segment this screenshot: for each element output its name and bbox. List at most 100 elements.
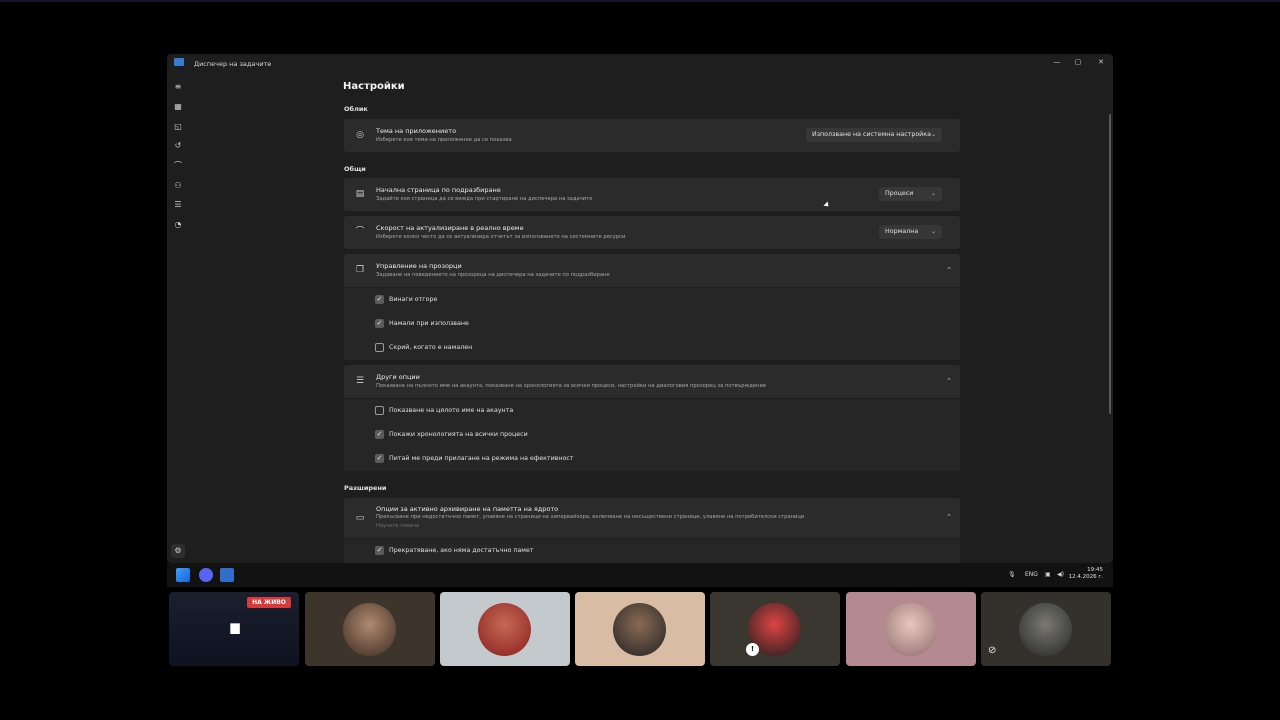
avatar (343, 603, 396, 656)
checkmark-icon[interactable]: ✓ (375, 295, 384, 304)
other-options-card[interactable]: ☰ Други опции Показване на пълното име н… (344, 365, 960, 398)
memory-chip-icon: ▭ (355, 513, 365, 523)
speedometer-icon: ⌒ (355, 227, 365, 237)
avatar (613, 603, 666, 656)
app-history-icon[interactable]: ↺ (173, 141, 183, 151)
page-title: Настройки (343, 81, 405, 92)
window-management-card[interactable]: ❐ Управление на прозорци Задаване на пов… (344, 254, 960, 287)
avatar (478, 603, 531, 656)
participant-tile[interactable]: ! (710, 592, 840, 666)
details-icon[interactable]: ☰ (173, 200, 183, 210)
checkbox-label: Питай ме преди прилагане на режима на еф… (389, 455, 574, 462)
task-manager-icon (174, 58, 184, 66)
chevron-down-icon: ⌄ (930, 228, 936, 235)
checkbox-label: Покажи хронологията на всички процеси (389, 431, 528, 438)
window-mgmt-options: ✓ Винаги отгоре ✓ Намали при използване … (344, 288, 960, 360)
users-icon[interactable]: ⚇ (173, 181, 183, 191)
memory-subtitle: Прекъсване при недостатъчно памет, улавя… (376, 514, 805, 520)
section-appearance: Облик (344, 105, 368, 113)
participant-tile-screen-share[interactable]: НА ЖИВО ▆ (169, 592, 299, 666)
other-options-list: Показване на цялото име на акаунта ✓ Пок… (344, 399, 960, 471)
list-options-icon: ☰ (355, 376, 365, 386)
task-manager-taskbar-icon[interactable] (220, 568, 234, 582)
taskbar: 🎙 ENG ▣ ◀) 19:45 12.4.2026 г. (167, 563, 1113, 587)
window-mgmt-subtitle: Задаване на поведението на прозореца на … (376, 272, 610, 278)
hamburger-menu-icon[interactable]: ≡ (173, 82, 183, 92)
checkmark-icon[interactable]: ✓ (375, 546, 384, 555)
memory-options: ✓ Прекратяване, ако няма достатъчно паме… (344, 539, 960, 563)
live-badge: НА ЖИВО (247, 597, 291, 608)
language-indicator[interactable]: ENG (1025, 571, 1038, 578)
theme-subtitle: Изберете коя тема на приложение да се по… (376, 137, 512, 143)
start-page-subtitle: Задайте коя страница да се вижда при ста… (376, 196, 593, 202)
palette-icon: ◎ (356, 130, 364, 140)
camera-off-icon: ⊘ (988, 645, 997, 656)
checkbox-empty[interactable] (375, 406, 384, 415)
checkbox-label: Винаги отгоре (389, 296, 438, 303)
monitor-icon: ▆ (230, 620, 240, 634)
section-general: Общи (344, 165, 366, 173)
vertical-scrollbar[interactable] (1109, 114, 1111, 414)
task-manager-window: Диспечер на задачите — ▢ ✕ ≡ ▦ ◱ ↺ ⌒ ⚇ ☰… (167, 54, 1113, 563)
volume-icon[interactable]: ◀) (1057, 571, 1064, 578)
other-options-subtitle: Показване на пълното име на акаунта, пок… (376, 383, 767, 389)
checkmark-icon[interactable]: ✓ (375, 454, 384, 463)
screen-top-edge (0, 0, 1280, 2)
start-page-title: Начална страница по подразбиране (376, 186, 501, 194)
status-badge-icon: ! (746, 643, 759, 656)
update-speed-dropdown-value: Нормална (885, 228, 919, 235)
update-speed-dropdown[interactable]: Нормална ⌄ (879, 225, 942, 239)
start-page-dropdown[interactable]: Процеси ⌄ (879, 187, 942, 201)
theme-dropdown[interactable]: Използване на системна настройка ⌄ (806, 128, 942, 142)
update-speed-title: Скорост на актуализиране в реално време (376, 224, 524, 232)
update-speed-card: ⌒ Скорост на актуализиране в реално врем… (344, 216, 960, 249)
avatar (884, 603, 937, 656)
windows-stack-icon: ❐ (355, 265, 365, 275)
checkbox-label: Намали при използване (389, 320, 469, 327)
participant-tile[interactable] (305, 592, 435, 666)
start-page-icon: ▤ (355, 189, 365, 199)
window-title: Диспечер на задачите (194, 60, 272, 68)
discord-icon[interactable] (199, 568, 213, 582)
clock[interactable]: 19:45 12.4.2026 г. (1069, 567, 1103, 581)
participant-tile[interactable] (575, 592, 705, 666)
sidebar: ≡ ▦ ◱ ↺ ⌒ ⚇ ☰ ◔ (167, 72, 189, 563)
theme-title: Тема на приложението (376, 127, 457, 135)
checkbox-label: Скрий, когато е намален (389, 344, 473, 351)
startup-apps-icon[interactable]: ⌒ (173, 161, 183, 171)
microphone-icon[interactable]: 🎙 (1008, 571, 1016, 578)
services-icon[interactable]: ◔ (173, 220, 183, 230)
participant-tile[interactable] (846, 592, 976, 666)
learn-more-link[interactable]: Научете повече (376, 523, 419, 529)
other-options-title: Други опции (376, 373, 420, 381)
participant-tile[interactable] (440, 592, 570, 666)
chevron-down-icon: ⌄ (930, 190, 936, 197)
checkbox-label: Показване на цялото име на акаунта (389, 407, 514, 414)
chevron-up-icon[interactable]: ⌃ (946, 377, 952, 385)
network-icon[interactable]: ▣ (1045, 571, 1051, 578)
update-speed-subtitle: Изберете колко често да се актуализира о… (376, 234, 626, 240)
chevron-up-icon[interactable]: ⌃ (946, 266, 952, 274)
memory-dump-card[interactable]: ▭ Опции за активно архивиране на паметта… (344, 498, 960, 538)
start-page-card: ▤ Начална страница по подразбиране Задай… (344, 178, 960, 211)
section-advanced: Разширени (344, 484, 387, 492)
settings-gear-icon[interactable]: ⚙ (171, 544, 185, 558)
windows-start-icon[interactable] (176, 568, 190, 582)
window-mgmt-title: Управление на прозорци (376, 262, 462, 270)
clock-time: 19:45 (1087, 567, 1103, 573)
checkmark-icon[interactable]: ✓ (375, 319, 384, 328)
start-page-dropdown-value: Процеси (885, 190, 914, 197)
chevron-up-icon[interactable]: ⌃ (946, 513, 952, 521)
theme-card: ◎ Тема на приложението Изберете коя тема… (344, 119, 960, 152)
performance-icon[interactable]: ◱ (173, 122, 183, 132)
theme-dropdown-value: Използване на системна настройка (812, 131, 931, 138)
checkbox-empty[interactable] (375, 343, 384, 352)
memory-title: Опции за активно архивиране на паметта н… (376, 505, 559, 513)
checkmark-icon[interactable]: ✓ (375, 430, 384, 439)
settings-content: Настройки Облик ◎ Тема на приложението И… (343, 54, 1113, 563)
processes-icon[interactable]: ▦ (173, 102, 183, 112)
chevron-down-icon: ⌄ (930, 131, 936, 138)
participant-tile[interactable]: ⊘ (981, 592, 1111, 666)
clock-date: 12.4.2026 г. (1068, 574, 1103, 580)
avatar (1019, 603, 1072, 656)
